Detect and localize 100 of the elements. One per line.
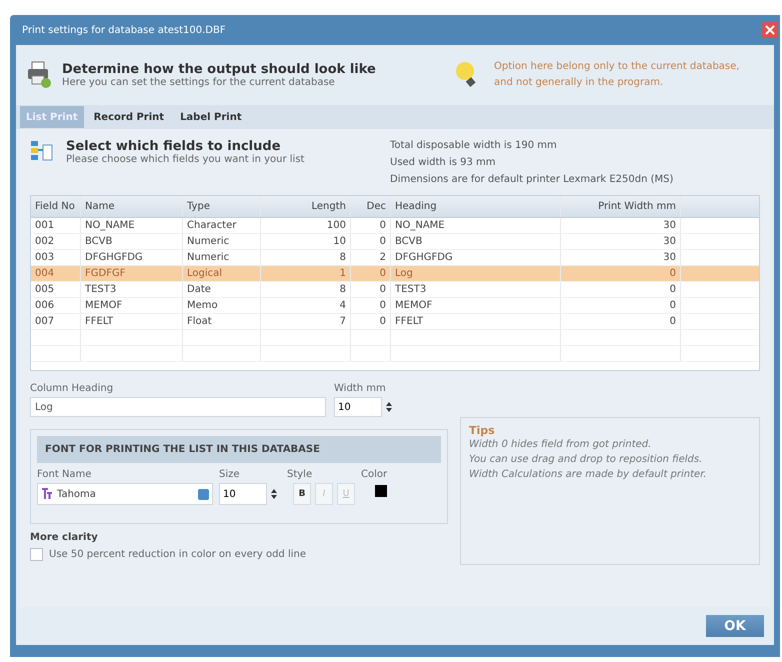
- table-cell: 0: [351, 266, 391, 281]
- group-title: FONT FOR PRINTING THE LIST IN THIS DATABASE: [37, 436, 441, 463]
- table-cell: Memo: [183, 298, 261, 313]
- field-label: Size: [219, 469, 241, 480]
- spin-arrows-icon[interactable]: [386, 402, 392, 412]
- table-cell: MEMOF: [81, 298, 183, 313]
- column-header[interactable]: Type: [183, 196, 261, 217]
- tab[interactable]: Record Print: [88, 106, 170, 128]
- table-cell: 0: [351, 282, 391, 297]
- table-cell: BCVB: [81, 234, 183, 249]
- field-label: Style: [287, 469, 314, 480]
- table-cell: 8: [261, 250, 351, 265]
- section-subtitle: Please choose which fields you want in your list: [66, 154, 306, 165]
- checkbox-label: Use 50 percent reduction in color on every odd line: [49, 549, 306, 560]
- table-cell: DFGHGFDG: [81, 250, 183, 265]
- table-cell: 0: [351, 234, 391, 249]
- info-text: Used width is 93 mm: [390, 156, 497, 170]
- table-cell: 0: [561, 298, 681, 313]
- table-cell: 7: [261, 314, 351, 329]
- table-cell: 001: [31, 218, 81, 233]
- table-cell: 4: [261, 298, 351, 313]
- field-label: Color: [361, 469, 388, 480]
- table-cell: TEST3: [81, 282, 183, 297]
- column-header[interactable]: Length: [261, 196, 351, 217]
- column-header[interactable]: Heading: [391, 196, 561, 217]
- table-cell: 0: [351, 314, 391, 329]
- table-cell: MEMOF: [391, 298, 561, 313]
- table-cell: DFGHGFDG: [391, 250, 561, 265]
- table-cell: Date: [183, 282, 261, 297]
- tab[interactable]: Label Print: [174, 106, 248, 128]
- table-cell: Numeric: [183, 250, 261, 265]
- column-header[interactable]: Dec: [351, 196, 391, 217]
- header-note: and not generally in the program.: [494, 76, 664, 90]
- table-row[interactable]: 001 NO_NAME Character 100 0 NO_NAME 30: [31, 218, 759, 234]
- column-heading-field[interactable]: Log: [30, 397, 326, 417]
- table-cell: Log: [391, 266, 561, 281]
- table-cell: 1: [261, 266, 351, 281]
- spin-arrows-icon[interactable]: [271, 489, 277, 499]
- table-cell: 0: [561, 314, 681, 329]
- table-cell: Logical: [183, 266, 261, 281]
- table-row[interactable]: 007 FFELT Float 7 0 FFELT 0: [31, 314, 759, 330]
- table-row[interactable]: 005 TEST3 Date 8 0 TEST3 0: [31, 282, 759, 298]
- tip-text: Width Calculations are made by default printer.: [469, 468, 708, 482]
- close-icon: [765, 25, 775, 35]
- table-cell: 004: [31, 266, 81, 281]
- table-cell: BCVB: [391, 234, 561, 249]
- tips-title: Tips: [469, 424, 496, 437]
- window-title: Print settings for database atest100.DBF: [22, 24, 226, 36]
- table-cell: 0: [351, 218, 391, 233]
- table-cell: NO_NAME: [81, 218, 183, 233]
- table-cell: FGDFGF: [81, 266, 183, 281]
- field-label: Width mm: [334, 383, 387, 394]
- column-header[interactable]: Print Width mm: [561, 196, 681, 217]
- table-cell: 005: [31, 282, 81, 297]
- table-cell: FFELT: [81, 314, 183, 329]
- size-spinner[interactable]: 10: [219, 483, 267, 505]
- info-text: Total disposable width is 190 mm: [390, 139, 558, 153]
- table-cell: 002: [31, 234, 81, 249]
- column-header[interactable]: Name: [81, 196, 183, 217]
- table-cell: 2: [351, 250, 391, 265]
- table-cell: Character: [183, 218, 261, 233]
- style-button[interactable]: B: [293, 483, 311, 505]
- fields-icon: [30, 139, 54, 163]
- tip-text: You can use drag and drop to reposition fields.: [469, 453, 704, 467]
- section-title: Select which fields to include: [66, 139, 282, 154]
- table-cell: TEST3: [391, 282, 561, 297]
- header-subtitle: Here you can set the settings for the current database: [62, 77, 336, 88]
- table-row[interactable]: 006 MEMOF Memo 4 0 MEMOF 0: [31, 298, 759, 314]
- field-label: Column Heading: [30, 383, 114, 394]
- table-row[interactable]: 002 BCVB Numeric 10 0 BCVB 30: [31, 234, 759, 250]
- table-cell: 10: [261, 234, 351, 249]
- printer-icon: [26, 60, 52, 90]
- table-cell: 100: [261, 218, 351, 233]
- table-cell: FFELT: [391, 314, 561, 329]
- table-cell: 30: [561, 234, 681, 249]
- table-cell: 0: [561, 266, 681, 281]
- color-swatch[interactable]: [375, 485, 387, 497]
- table-cell: Numeric: [183, 234, 261, 249]
- field-label: Font Name: [37, 469, 92, 480]
- checkbox[interactable]: [30, 548, 43, 561]
- table-cell: 30: [561, 250, 681, 265]
- font-icon: [41, 488, 53, 500]
- table-cell: Float: [183, 314, 261, 329]
- width-spinner[interactable]: 10: [334, 397, 382, 417]
- header-note: Option here belong only to the current database,: [494, 60, 740, 74]
- table-cell: 007: [31, 314, 81, 329]
- table-cell: 0: [561, 282, 681, 297]
- table-cell: 8: [261, 282, 351, 297]
- column-header[interactable]: Field No: [31, 196, 81, 217]
- info-text: Dimensions are for default printer Lexmark E250dn (MS): [390, 173, 674, 187]
- table-cell: NO_NAME: [391, 218, 561, 233]
- table-cell: 006: [31, 298, 81, 313]
- table-cell: 0: [351, 298, 391, 313]
- table-cell: 30: [561, 218, 681, 233]
- close-button[interactable]: [762, 22, 778, 38]
- tip-text: Width 0 hides field from got printed.: [469, 438, 652, 452]
- font-name-dropdown[interactable]: Tahoma: [37, 483, 213, 505]
- header-title: Determine how the output should look like: [62, 62, 377, 77]
- table-cell: 003: [31, 250, 81, 265]
- option-title: More clarity: [30, 532, 99, 543]
